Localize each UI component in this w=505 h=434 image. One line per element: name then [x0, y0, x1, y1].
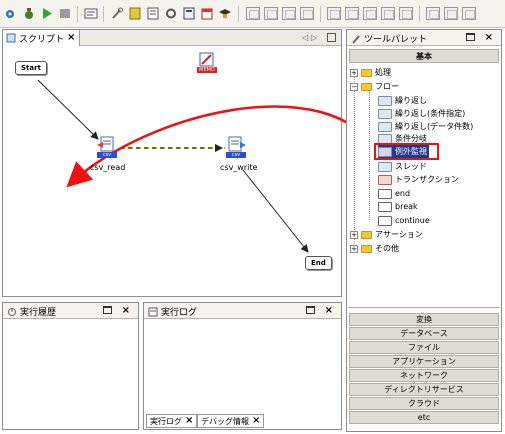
expand-icon[interactable]: +: [350, 68, 358, 77]
start-node[interactable]: Start: [15, 61, 47, 75]
palette-section-cloud[interactable]: クラウド: [349, 397, 499, 410]
palette-section-etc[interactable]: etc: [349, 411, 499, 424]
wrench-icon: [352, 34, 360, 44]
expand-icon[interactable]: +: [350, 230, 358, 239]
csv-read-node[interactable]: csv: [97, 136, 117, 158]
palette-section-file[interactable]: ファイル: [349, 341, 499, 354]
close-icon[interactable]: ×: [252, 416, 260, 426]
tree-item-transaction[interactable]: トランザクション: [378, 173, 459, 186]
maximize-icon[interactable]: [466, 33, 475, 41]
close-icon[interactable]: ×: [122, 306, 130, 316]
memo-node[interactable]: MEMO: [197, 52, 217, 74]
csv-write-node[interactable]: csv: [226, 136, 246, 158]
close-icon[interactable]: ×: [185, 416, 193, 426]
folder-icon: [361, 230, 372, 239]
history-titlebar: 実行履歴 ×: [3, 303, 138, 319]
csv-file-icon: [228, 136, 246, 152]
csv-file-icon: [97, 136, 114, 152]
palette-section-network[interactable]: ネットワーク: [349, 369, 499, 382]
log-titlebar: 実行ログ ×: [144, 303, 341, 319]
expand-icon[interactable]: +: [350, 244, 358, 253]
break-icon: [378, 201, 392, 212]
tree-item-kurikaeshi-jouken[interactable]: 繰り返し(条件指定): [378, 107, 465, 120]
loop-condition-icon: [378, 108, 392, 119]
connector-start-read: [37, 79, 99, 140]
exception-monitor-icon: [378, 146, 392, 157]
tab-debug-info[interactable]: デバッグ情報 ×: [197, 414, 265, 428]
palette-section-database[interactable]: データベース: [349, 327, 499, 340]
palette-section-directory-service[interactable]: ディレクトリサービス: [349, 383, 499, 396]
csv-read-label: csv_read: [90, 163, 126, 172]
history-title: 実行履歴: [20, 308, 57, 318]
history-icon: [8, 307, 16, 316]
tree-item-reigai-kanshi[interactable]: 例外監視: [378, 145, 429, 158]
execution-history-panel: 実行履歴 ×: [2, 302, 139, 430]
close-icon[interactable]: ×: [485, 33, 493, 43]
palette-section-application[interactable]: アプリケーション: [349, 355, 499, 368]
end-icon: [378, 188, 392, 199]
tree-item-continue[interactable]: continue: [378, 214, 430, 227]
tree-item-end[interactable]: end: [378, 187, 410, 200]
log-title: 実行ログ: [161, 308, 198, 318]
close-icon[interactable]: ×: [325, 306, 333, 316]
loop-data-icon: [378, 121, 392, 132]
connector-write-end: [242, 169, 309, 253]
tree-item-thread[interactable]: スレッド: [378, 160, 427, 173]
tree-item-sonota[interactable]: + その他: [350, 242, 399, 255]
tab-execution-log[interactable]: 実行ログ ×: [146, 414, 198, 428]
csv-write-label: csv_write: [220, 163, 258, 172]
maximize-icon[interactable]: [306, 306, 315, 314]
folder-icon: [361, 68, 372, 77]
palette-titlebar: ツールパレット ×: [347, 30, 501, 46]
palette-title: ツールパレット: [364, 35, 428, 45]
loop-icon: [378, 95, 392, 106]
tree-item-kurikaeshi[interactable]: 繰り返し: [378, 94, 427, 107]
tree-item-break[interactable]: break: [378, 200, 418, 213]
palette-section-kihon[interactable]: 基本: [349, 49, 499, 63]
collapse-icon[interactable]: −: [350, 82, 358, 91]
tree-item-assertion[interactable]: + アサーション: [350, 228, 423, 241]
log-icon: [148, 307, 158, 316]
folder-open-icon: [361, 82, 372, 91]
tree-item-shori[interactable]: + 処理: [350, 66, 391, 79]
tree-item-flow[interactable]: − フロー: [350, 80, 399, 93]
branch-icon: [378, 133, 392, 144]
thread-icon: [378, 161, 392, 172]
maximize-icon[interactable]: [103, 306, 112, 314]
execution-log-panel: 実行ログ ×: [143, 302, 342, 430]
end-node[interactable]: End: [305, 256, 332, 270]
folder-icon: [361, 244, 372, 253]
continue-icon: [378, 215, 392, 226]
palette-section-henkan[interactable]: 変換: [349, 313, 499, 326]
transaction-icon: [378, 174, 392, 185]
memo-label: MEMO: [197, 67, 217, 73]
